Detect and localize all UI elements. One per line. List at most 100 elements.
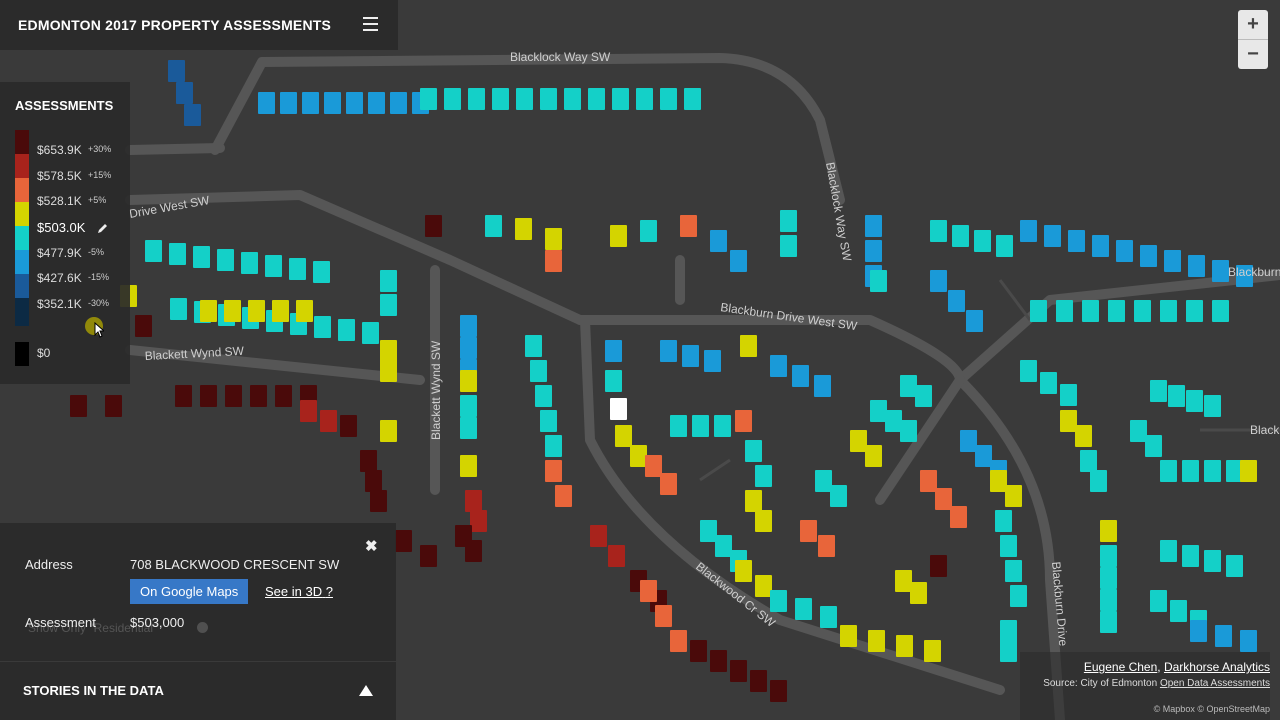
property-parcel[interactable] <box>930 220 947 242</box>
property-parcel[interactable] <box>135 315 152 337</box>
property-parcel[interactable] <box>1075 425 1092 447</box>
property-parcel[interactable] <box>930 555 947 577</box>
property-parcel[interactable] <box>640 220 657 242</box>
property-parcel[interactable] <box>470 510 487 532</box>
property-parcel[interactable] <box>1060 410 1077 432</box>
property-parcel[interactable] <box>1100 567 1117 589</box>
property-parcel[interactable] <box>370 490 387 512</box>
property-parcel[interactable] <box>975 445 992 467</box>
property-parcel[interactable] <box>815 470 832 492</box>
property-parcel[interactable] <box>755 575 772 597</box>
property-parcel[interactable] <box>460 395 477 417</box>
source-link[interactable]: Open Data Assessments <box>1160 678 1270 689</box>
property-parcel[interactable] <box>420 88 437 110</box>
property-parcel[interactable] <box>515 218 532 240</box>
property-parcel[interactable] <box>175 385 192 407</box>
property-parcel[interactable] <box>1116 240 1133 262</box>
property-parcel[interactable] <box>380 270 397 292</box>
property-parcel[interactable] <box>460 455 477 477</box>
property-parcel[interactable] <box>380 420 397 442</box>
property-parcel[interactable] <box>516 88 533 110</box>
author-link[interactable]: Eugene Chen <box>1084 660 1157 674</box>
property-parcel[interactable] <box>1182 460 1199 482</box>
property-parcel[interactable] <box>868 630 885 652</box>
property-parcel[interactable] <box>275 385 292 407</box>
selected-property[interactable] <box>610 398 627 420</box>
property-parcel[interactable] <box>660 88 677 110</box>
property-parcel[interactable] <box>324 92 341 114</box>
property-parcel[interactable] <box>1100 545 1117 567</box>
property-parcel[interactable] <box>1134 300 1151 322</box>
property-parcel[interactable] <box>840 625 857 647</box>
property-parcel[interactable] <box>900 420 917 442</box>
property-parcel[interactable] <box>795 598 812 620</box>
property-parcel[interactable] <box>1100 611 1117 633</box>
property-parcel[interactable] <box>540 88 557 110</box>
property-parcel[interactable] <box>910 582 927 604</box>
property-parcel[interactable] <box>1150 380 1167 402</box>
property-parcel[interactable] <box>770 355 787 377</box>
property-parcel[interactable] <box>1204 550 1221 572</box>
property-parcel[interactable] <box>545 435 562 457</box>
zoom-out-button[interactable]: − <box>1238 40 1268 69</box>
property-parcel[interactable] <box>280 92 297 114</box>
property-parcel[interactable] <box>241 252 258 274</box>
property-parcel[interactable] <box>1020 360 1037 382</box>
property-parcel[interactable] <box>780 210 797 232</box>
property-parcel[interactable] <box>465 490 482 512</box>
property-parcel[interactable] <box>460 315 477 337</box>
property-parcel[interactable] <box>420 545 437 567</box>
property-parcel[interactable] <box>314 316 331 338</box>
property-parcel[interactable] <box>900 375 917 397</box>
property-parcel[interactable] <box>1226 555 1243 577</box>
property-parcel[interactable] <box>820 606 837 628</box>
property-parcel[interactable] <box>640 580 657 602</box>
property-parcel[interactable] <box>865 240 882 262</box>
property-parcel[interactable] <box>224 300 241 322</box>
property-parcel[interactable] <box>380 360 397 382</box>
property-parcel[interactable] <box>176 82 193 104</box>
property-parcel[interactable] <box>745 490 762 512</box>
property-parcel[interactable] <box>1068 230 1085 252</box>
property-parcel[interactable] <box>1030 300 1047 322</box>
property-parcel[interactable] <box>1108 300 1125 322</box>
property-parcel[interactable] <box>1186 300 1203 322</box>
property-parcel[interactable] <box>200 385 217 407</box>
hamburger-menu-icon[interactable] <box>363 17 378 31</box>
property-parcel[interactable] <box>636 88 653 110</box>
property-parcel[interactable] <box>1100 520 1117 542</box>
property-parcel[interactable] <box>1170 600 1187 622</box>
property-parcel[interactable] <box>1204 395 1221 417</box>
property-parcel[interactable] <box>1010 585 1027 607</box>
property-parcel[interactable] <box>924 640 941 662</box>
property-parcel[interactable] <box>564 88 581 110</box>
property-parcel[interactable] <box>1005 485 1022 507</box>
property-parcel[interactable] <box>682 345 699 367</box>
property-parcel[interactable] <box>715 535 732 557</box>
property-parcel[interactable] <box>1240 460 1257 482</box>
property-parcel[interactable] <box>1090 470 1107 492</box>
property-parcel[interactable] <box>395 530 412 552</box>
property-parcel[interactable] <box>670 630 687 652</box>
property-parcel[interactable] <box>1040 372 1057 394</box>
property-parcel[interactable] <box>645 455 662 477</box>
property-parcel[interactable] <box>612 88 629 110</box>
property-parcel[interactable] <box>1188 255 1205 277</box>
property-parcel[interactable] <box>170 298 187 320</box>
property-parcel[interactable] <box>750 670 767 692</box>
property-parcel[interactable] <box>302 92 319 114</box>
property-parcel[interactable] <box>217 249 234 271</box>
property-parcel[interactable] <box>265 255 282 277</box>
property-parcel[interactable] <box>730 660 747 682</box>
google-maps-button[interactable]: On Google Maps <box>130 579 249 604</box>
property-parcel[interactable] <box>818 535 835 557</box>
property-parcel[interactable] <box>1145 435 1162 457</box>
property-parcel[interactable] <box>948 290 965 312</box>
property-parcel[interactable] <box>525 335 542 357</box>
property-parcel[interactable] <box>735 560 752 582</box>
property-parcel[interactable] <box>865 445 882 467</box>
property-parcel[interactable] <box>200 300 217 322</box>
property-parcel[interactable] <box>460 337 477 359</box>
property-parcel[interactable] <box>460 417 477 439</box>
property-parcel[interactable] <box>660 340 677 362</box>
